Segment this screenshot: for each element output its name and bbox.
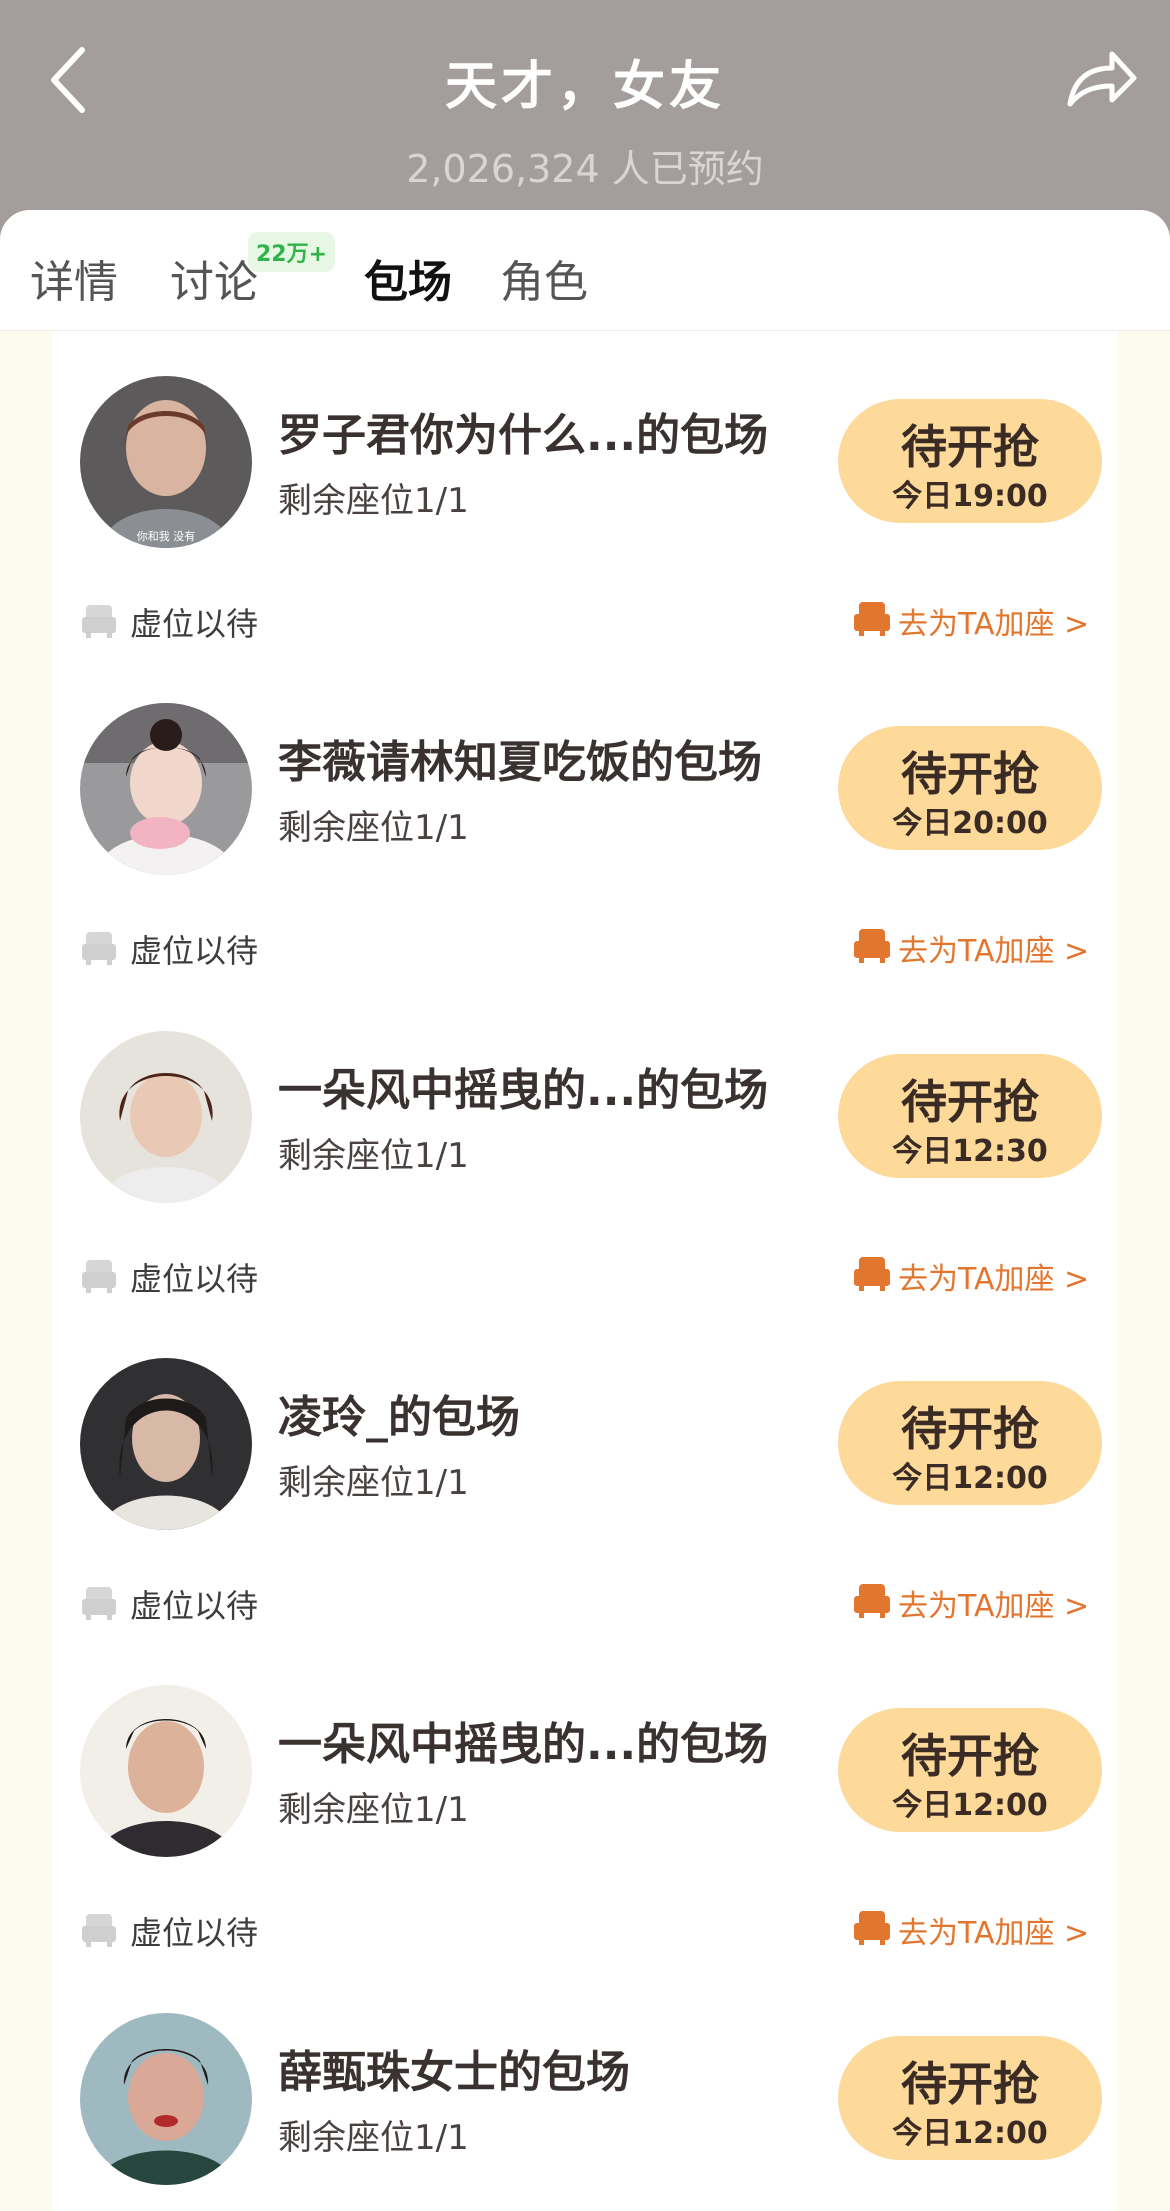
seats-remaining: 剩余座位1/1 <box>278 2118 469 2158</box>
session-title: 罗子君你为什么...的包场 <box>278 410 769 461</box>
grab-button-label: 待开抢 <box>901 1729 1039 1783</box>
avatar <box>80 1685 252 1857</box>
session-title: 薛甄珠女士的包场 <box>278 2047 630 2098</box>
seat-icon <box>854 1911 890 1945</box>
session-title: 李薇请林知夏吃饭的包场 <box>278 737 762 788</box>
add-seat-link[interactable]: 去为TA加座 > <box>852 1252 1112 1297</box>
session-title: 一朵风中摇曳的...的包场 <box>278 1719 769 1770</box>
screening-list: 你和我 没有 罗子君你为什么...的包场 剩余座位1/1 待开抢 今日19:00… <box>52 331 1118 2211</box>
tab-bar: 详情 讨论 22万+ 包场 角色 <box>0 210 1170 331</box>
add-seat-link[interactable]: 去为TA加座 > <box>852 924 1112 969</box>
session-title: 凌玲_的包场 <box>278 1392 520 1443</box>
grab-button-label: 待开抢 <box>901 1075 1039 1129</box>
avatar <box>80 1358 252 1530</box>
grab-button-label: 待开抢 <box>901 420 1039 474</box>
session-title: 一朵风中摇曳的...的包场 <box>278 1065 769 1116</box>
list-item[interactable]: 一朵风中摇曳的...的包场 剩余座位1/1 待开抢 今日12:30 虚位以待 去… <box>52 986 1118 1313</box>
seat-icon <box>854 602 890 636</box>
vacant-label: 虚位以待 <box>130 605 259 643</box>
tab-details[interactable]: 详情 <box>30 246 118 310</box>
add-seat-label: 去为TA加座 > <box>898 1589 1090 1624</box>
start-time: 今日19:00 <box>892 479 1048 514</box>
add-seat-label: 去为TA加座 > <box>898 1262 1090 1297</box>
discussion-count-badge: 22万+ <box>248 232 336 272</box>
vacant-label: 虚位以待 <box>130 932 259 970</box>
reservation-count: 2,026,324 人已预约 <box>406 147 764 191</box>
tab-discussion[interactable]: 讨论 <box>170 246 258 310</box>
avatar <box>80 2013 252 2185</box>
list-item[interactable]: 一朵风中摇曳的...的包场 剩余座位1/1 待开抢 今日12:00 虚位以待 去… <box>52 1640 1118 1967</box>
grab-button-label: 待开抢 <box>901 747 1039 801</box>
add-seat-link[interactable]: 去为TA加座 > <box>852 597 1112 642</box>
seat-icon <box>854 929 890 963</box>
grab-button[interactable]: 待开抢 今日12:00 <box>838 2036 1102 2160</box>
grab-button-label: 待开抢 <box>901 1402 1039 1456</box>
vacant-label: 虚位以待 <box>130 1260 259 1298</box>
start-time: 今日12:30 <box>892 1134 1048 1169</box>
avatar <box>80 703 252 875</box>
start-time: 今日20:00 <box>892 806 1048 841</box>
list-item[interactable]: 凌玲_的包场 剩余座位1/1 待开抢 今日12:00 虚位以待 去为TA加座 > <box>52 1313 1118 1640</box>
seat-icon <box>854 1257 890 1291</box>
seats-remaining: 剩余座位1/1 <box>278 1463 469 1503</box>
grab-button[interactable]: 待开抢 今日12:00 <box>838 1381 1102 1505</box>
list-item[interactable]: 你和我 没有 罗子君你为什么...的包场 剩余座位1/1 待开抢 今日19:00… <box>52 331 1118 658</box>
tab-characters[interactable]: 角色 <box>500 246 588 310</box>
list-item[interactable]: 李薇请林知夏吃饭的包场 剩余座位1/1 待开抢 今日20:00 虚位以待 去为T… <box>52 658 1118 985</box>
avatar <box>80 1031 252 1203</box>
add-seat-link[interactable]: 去为TA加座 > <box>852 1579 1112 1624</box>
add-seat-link[interactable]: 去为TA加座 > <box>852 1906 1112 1951</box>
empty-seat-icon <box>82 1587 116 1620</box>
vacant-label: 虚位以待 <box>130 1914 259 1952</box>
avatar: 你和我 没有 <box>80 376 252 548</box>
tab-private-screening[interactable]: 包场 <box>364 246 452 310</box>
vacant-label: 虚位以待 <box>130 1587 259 1625</box>
add-seat-label: 去为TA加座 > <box>898 934 1090 969</box>
avatar-caption: 你和我 没有 <box>137 529 196 543</box>
grab-button[interactable]: 待开抢 今日20:00 <box>838 726 1102 850</box>
share-icon[interactable] <box>1060 40 1140 120</box>
grab-button[interactable]: 待开抢 今日12:00 <box>838 1708 1102 1832</box>
seats-remaining: 剩余座位1/1 <box>278 808 469 848</box>
grab-button-label: 待开抢 <box>901 2057 1039 2111</box>
page-title: 天才，女友 <box>444 57 725 117</box>
add-seat-label: 去为TA加座 > <box>898 1916 1090 1951</box>
grab-button[interactable]: 待开抢 今日12:30 <box>838 1054 1102 1178</box>
seat-icon <box>854 1584 890 1618</box>
seats-remaining: 剩余座位1/1 <box>278 1136 469 1176</box>
grab-button[interactable]: 待开抢 今日19:00 <box>838 399 1102 523</box>
start-time: 今日12:00 <box>892 1788 1048 1823</box>
empty-seat-icon <box>82 932 116 965</box>
seats-remaining: 剩余座位1/1 <box>278 1790 469 1830</box>
seats-remaining: 剩余座位1/1 <box>278 481 469 521</box>
empty-seat-icon <box>82 1260 116 1293</box>
add-seat-label: 去为TA加座 > <box>898 607 1090 642</box>
empty-seat-icon <box>82 605 116 638</box>
start-time: 今日12:00 <box>892 1461 1048 1496</box>
list-item[interactable]: 薛甄珠女士的包场 剩余座位1/1 待开抢 今日12:00 <box>52 1968 1118 2211</box>
empty-seat-icon <box>82 1914 116 1947</box>
start-time: 今日12:00 <box>892 2116 1048 2151</box>
